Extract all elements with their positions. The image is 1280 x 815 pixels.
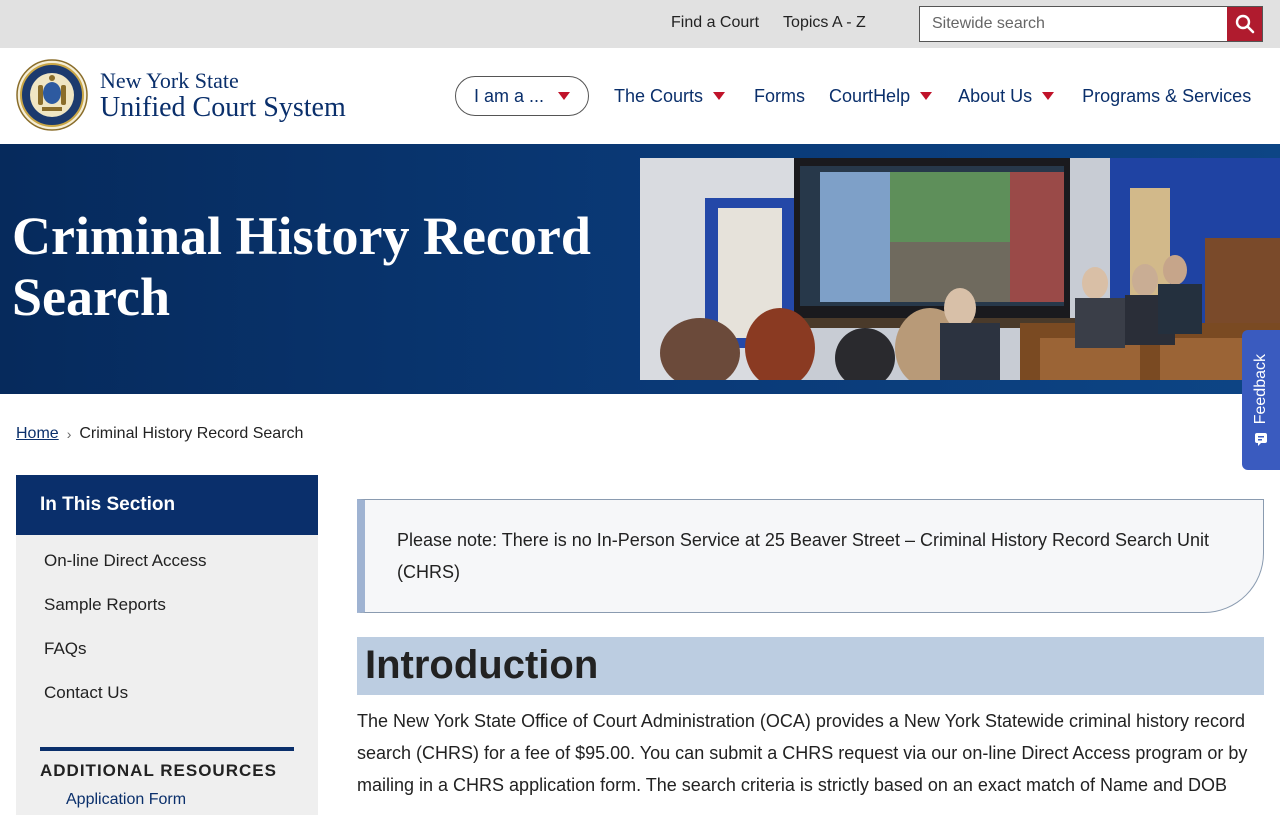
sidebar-items: On-line Direct Access Sample Reports FAQ… [16,535,318,715]
courtroom-photo [640,158,1280,380]
sidebar-heading: In This Section [16,475,318,535]
find-a-court-link[interactable]: Find a Court [671,14,759,32]
introduction-text: The New York State Office of Court Admin… [357,711,1248,795]
feedback-tab[interactable]: Feedback [1242,330,1280,470]
site-header: New York State Unified Court System I am… [0,48,1280,144]
topics-a-z-link[interactable]: Topics A - Z [783,14,866,32]
nav-forms[interactable]: Forms [754,86,805,107]
caret-down-icon [920,92,933,100]
nav-the-courts-label: The Courts [614,85,704,106]
sidebar-item-sample-reports[interactable]: Sample Reports [16,583,318,627]
section-sidebar: In This Section On-line Direct Access Sa… [16,475,318,815]
brand-line2: Unified Court System [100,92,346,123]
search-icon [1235,14,1254,34]
additional-resource-link[interactable]: Application Form [66,791,318,809]
nav-programs-services-label: Programs & Services [1082,85,1252,106]
utility-bar: Find a Court Topics A - Z [0,0,1280,48]
breadcrumb-current: Criminal History Record Search [79,425,304,442]
sidebar-item-online-direct-access[interactable]: On-line Direct Access [16,539,318,583]
caret-down-icon [1042,92,1055,100]
nys-seal-logo[interactable] [16,59,88,131]
additional-resources-heading: ADDITIONAL RESOURCES [40,747,294,781]
utility-links: Find a Court Topics A - Z [671,14,866,32]
nav-programs-services[interactable]: Programs & Services [1082,86,1251,107]
feedback-label: Feedback [1252,353,1269,425]
feedback-icon [1255,433,1267,447]
page-title: Criminal History Record Search [12,206,591,327]
main-nav: I am a ... The Courts Forms CourtHelp Ab… [455,76,1251,116]
introduction-heading: Introduction [357,637,1264,695]
sidebar-item-faqs[interactable]: FAQs [16,627,318,671]
breadcrumb: Home › Criminal History Record Search [16,425,303,443]
nav-forms-label: Forms [754,85,806,106]
nav-about-us-label: About Us [958,85,1033,106]
caret-down-icon [558,92,571,100]
breadcrumb-home[interactable]: Home [16,425,59,443]
nav-courthelp-label: CourtHelp [829,85,911,106]
brand-name[interactable]: New York State Unified Court System [100,70,346,122]
chevron-right-icon: › [66,426,72,442]
i-am-a-label: I am a ... [473,85,545,106]
i-am-a-dropdown[interactable]: I am a ... [455,76,589,116]
nav-the-courts[interactable]: The Courts [614,85,726,107]
nav-courthelp[interactable]: CourtHelp [829,85,933,107]
search-button[interactable] [1227,7,1262,41]
sidebar-item-contact-us[interactable]: Contact Us [16,671,318,715]
search-input[interactable] [920,7,1227,41]
hero-banner: Criminal History Record Search [0,144,1280,394]
sitewide-search [919,6,1263,42]
brand-line1: New York State [100,68,239,93]
notice-box: Please note: There is no In-Person Servi… [357,499,1264,613]
nav-about-us[interactable]: About Us [958,85,1055,107]
caret-down-icon [713,92,726,100]
